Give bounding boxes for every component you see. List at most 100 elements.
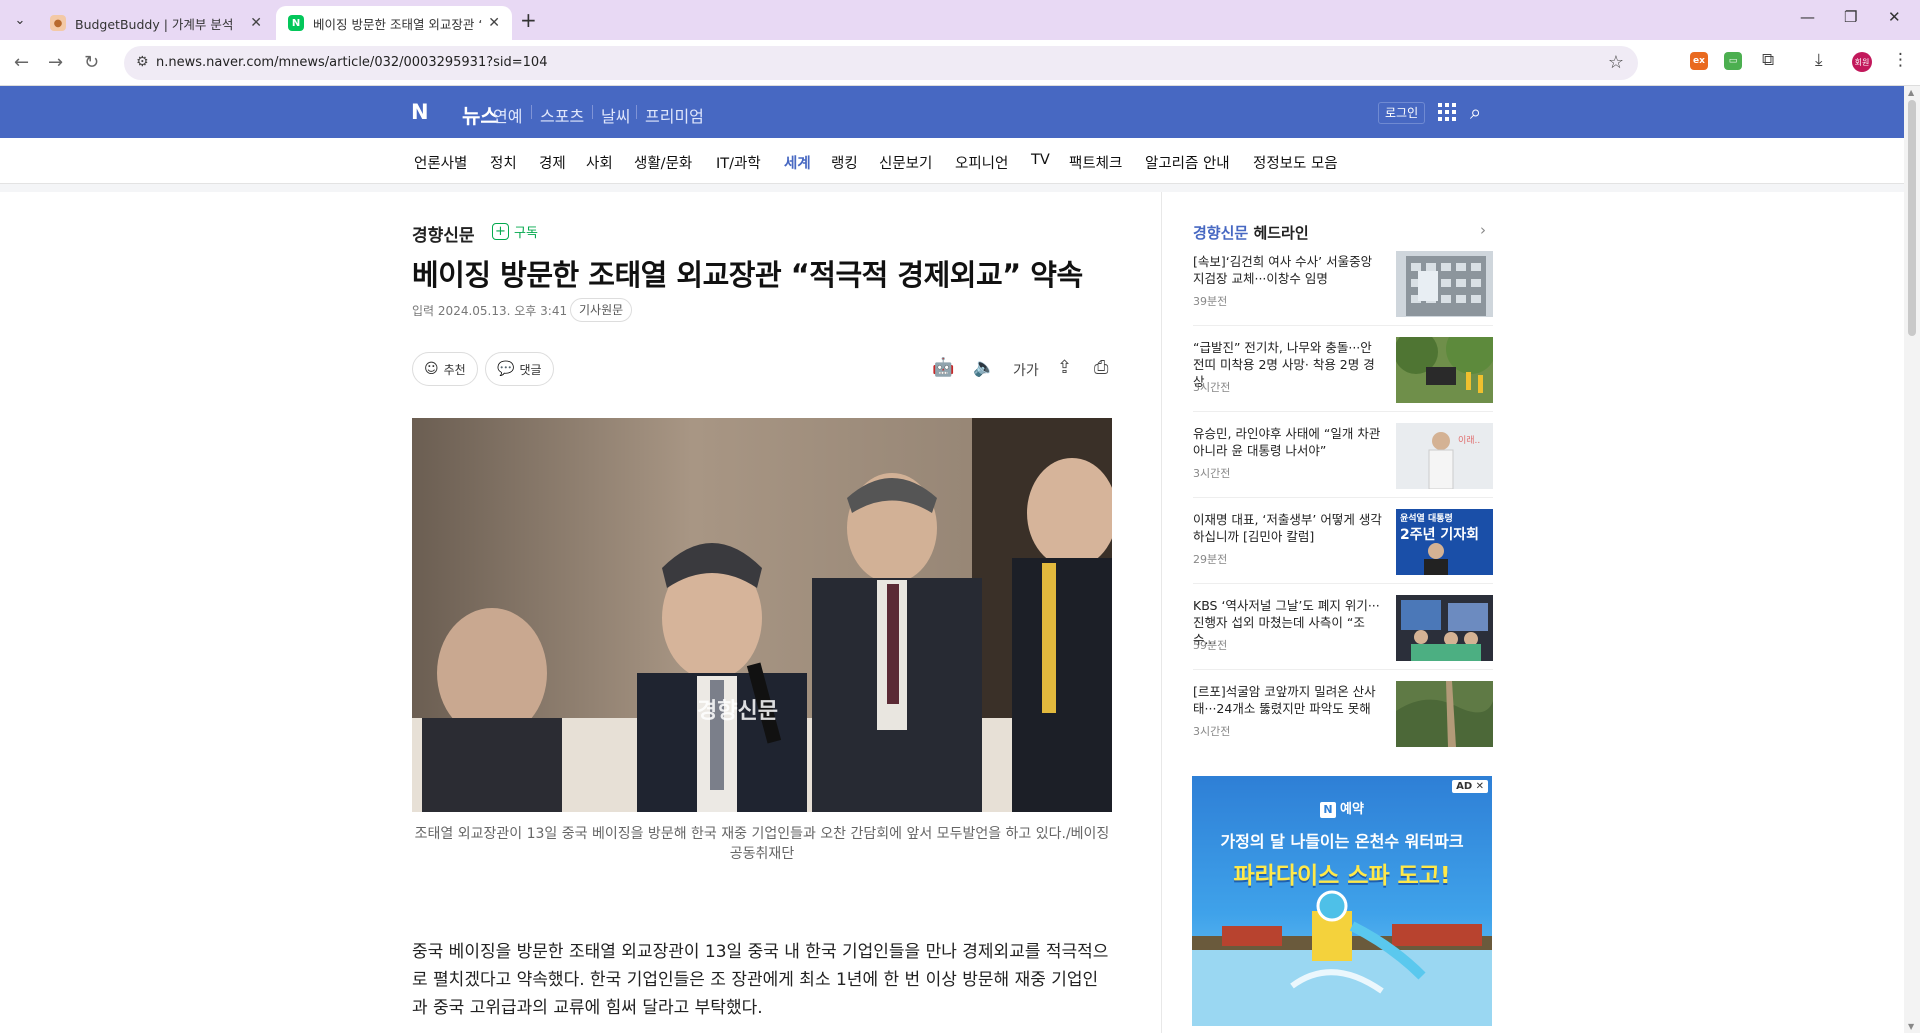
article-photo-illustration: 경향신문 (412, 418, 1112, 812)
category-opinion[interactable]: 오피니언 (955, 152, 1008, 173)
sub-link-sports[interactable]: 스포츠 (540, 103, 584, 127)
browser-tab-bar: ⌄ ● BudgetBuddy | 가계부 분석 ✕ N 베이징 방문한 조태열… (0, 0, 1920, 40)
comment-label: 댓글 (519, 362, 542, 377)
headline-item-title: [속보]‘김건희 여사 수사’ 서울중앙지검장 교체···이창수 임명 (1193, 254, 1373, 286)
divider (636, 105, 637, 119)
category-by-press[interactable]: 언론사별 (414, 152, 467, 173)
search-icon[interactable]: ⌕ (1470, 100, 1481, 124)
naver-favicon-icon: N (288, 15, 304, 31)
article-body: 중국 베이징을 방문한 조태열 외교장관이 13일 중국 내 한국 기업인들을 … (412, 942, 1109, 1018)
svg-text:이래..: 이래.. (1458, 435, 1480, 446)
naver-header: N 뉴스 연예 스포츠 날씨 프리미엄 로그인 ⌕ (0, 86, 1904, 138)
close-tab-icon[interactable]: ✕ (488, 15, 500, 31)
category-nav: 언론사별 정치 경제 사회 생활/문화 IT/과학 세계 랭킹 신문보기 오피니… (0, 138, 1904, 187)
summary-bot-icon[interactable]: 🤖 (932, 357, 954, 378)
smile-icon: ☺ (424, 361, 439, 377)
advertisement-banner[interactable]: AD ✕ N 예약 가정의 달 나들이는 온천수 워터파크 파라다이스 스파 도고… (1192, 776, 1492, 1026)
headline-thumbnail: 윤석열 대통령 2주년 기자회 (1396, 509, 1493, 575)
browser-tab-budgetbuddy[interactable]: ● BudgetBuddy | 가계부 분석 ✕ (38, 6, 274, 40)
sub-link-weather[interactable]: 날씨 (601, 103, 630, 127)
category-ranking[interactable]: 랭킹 (831, 152, 858, 173)
scrollbar-thumb[interactable] (1908, 100, 1916, 336)
date-label: 입력 (412, 304, 435, 318)
headline-item[interactable]: KBS ‘역사저널 그날’도 폐지 위기···진행자 섭외 마쳤는데 사측이 “… (1193, 595, 1493, 661)
headline-item[interactable]: 유승민, 라인야후 사태에 “일개 차관 아니라 윤 대통령 나서야” 3시간전… (1193, 423, 1493, 489)
forward-arrow-icon[interactable]: → (48, 52, 63, 73)
category-factcheck[interactable]: 팩트체크 (1069, 152, 1122, 173)
restore-icon[interactable]: ❐ (1844, 8, 1857, 26)
category-society[interactable]: 사회 (586, 152, 613, 173)
category-corrections[interactable]: 정정보도 모음 (1253, 152, 1338, 173)
extension-icon[interactable]: ex (1690, 52, 1708, 70)
page-scrollbar[interactable]: ▲ ▼ (1904, 86, 1920, 1033)
speaker-icon[interactable]: 🔈 (973, 357, 995, 378)
recommend-button[interactable]: ☺ 추천 (412, 352, 478, 386)
press-name[interactable]: 경향신문 (412, 221, 475, 246)
login-button[interactable]: 로그인 (1378, 102, 1426, 124)
headline-item-title: 이재명 대표, ‘저출생부’ 어떻게 생각하십니까 [김민아 칼럼] (1193, 512, 1382, 544)
original-article-button[interactable]: 기사원문 (570, 298, 633, 322)
article-photo: 경향신문 (412, 418, 1112, 812)
menu-kebab-icon[interactable]: ⋮ (1892, 50, 1909, 70)
address-bar-row: ← → ↻ ⚙ n.news.naver.com/mnews/article/0… (0, 40, 1920, 86)
font-size-icon[interactable]: 가가 (1013, 360, 1039, 380)
svg-text:윤석열 대통령: 윤석열 대통령 (1400, 512, 1453, 524)
extensions-puzzle-icon[interactable]: ⧉ (1762, 50, 1774, 70)
tab-title: 베이징 방문한 조태열 외교장관 “적극적 경제외교” 약속 (313, 16, 482, 32)
back-arrow-icon[interactable]: ← (14, 52, 29, 73)
headline-item[interactable]: 이재명 대표, ‘저출생부’ 어떻게 생각하십니까 [김민아 칼럼] 29분전 … (1193, 509, 1493, 575)
share-icon[interactable]: ⇪ (1057, 357, 1072, 378)
comment-button[interactable]: 💬 댓글 (485, 352, 554, 386)
browser-tab-naver-news[interactable]: N 베이징 방문한 조태열 외교장관 “적극적 경제외교” 약속 ✕ (276, 6, 512, 40)
headline-press-name: 경향신문 (1193, 224, 1249, 242)
headline-item-time: 39분전 (1193, 295, 1228, 308)
apps-grid-icon[interactable] (1438, 103, 1456, 121)
plus-icon: + (492, 223, 509, 240)
download-icon[interactable]: ⤓ (1815, 50, 1823, 70)
headline-section-title[interactable]: 경향신문 헤드라인 (1193, 222, 1309, 243)
headline-item-title: [르포]석굴암 코앞까지 밀려온 산사태···24개소 뚫렸지만 파악도 못해 (1193, 684, 1376, 716)
category-life-culture[interactable]: 생활/문화 (634, 152, 692, 173)
minimize-icon[interactable]: — (1800, 8, 1815, 26)
category-it-science[interactable]: IT/과학 (716, 152, 761, 173)
tab-title: BudgetBuddy | 가계부 분석 (75, 16, 234, 32)
profile-avatar[interactable]: 회원 (1852, 52, 1872, 72)
naver-logo[interactable]: N (411, 100, 429, 124)
headline-thumbnail (1396, 681, 1493, 747)
print-icon[interactable]: ⎙ (1094, 357, 1108, 378)
recommend-label: 추천 (443, 362, 466, 377)
new-tab-plus-icon[interactable]: + (520, 8, 537, 32)
sub-link-premium[interactable]: 프리미엄 (645, 103, 704, 127)
subscribe-button[interactable]: + 구독 (492, 222, 538, 241)
category-politics[interactable]: 정치 (490, 152, 517, 173)
category-newspaper[interactable]: 신문보기 (879, 152, 932, 173)
category-algorithm[interactable]: 알고리즘 안내 (1145, 152, 1230, 173)
site-info-icon[interactable]: ⚙ (136, 54, 149, 70)
url-omnibox[interactable]: ⚙ n.news.naver.com/mnews/article/032/000… (124, 46, 1638, 80)
headline-item[interactable]: “급발진” 전기차, 나무와 충돌···안전띠 미착용 2명 사망· 착용 2명… (1193, 337, 1493, 403)
extension-icon[interactable]: ▭ (1724, 52, 1742, 70)
scroll-up-icon[interactable]: ▲ (1908, 88, 1914, 97)
budgetbuddy-favicon-icon: ● (50, 15, 66, 31)
svg-text:2주년 기자회: 2주년 기자회 (1400, 527, 1479, 543)
sub-link-entertainment[interactable]: 연예 (493, 103, 522, 127)
tab-search-chevron-icon[interactable]: ⌄ (8, 8, 32, 32)
headline-item[interactable]: [르포]석굴암 코앞까지 밀려온 산사태···24개소 뚫렸지만 파악도 못해 … (1193, 681, 1493, 747)
headline-item[interactable]: [속보]‘김건희 여사 수사’ 서울중앙지검장 교체···이창수 임명 39분전 (1193, 251, 1493, 317)
comment-bubble-icon: 💬 (497, 361, 515, 377)
close-tab-icon[interactable]: ✕ (250, 15, 262, 31)
bookmark-star-icon[interactable]: ☆ (1608, 52, 1624, 73)
headline-thumbnail (1396, 337, 1493, 403)
reload-icon[interactable]: ↻ (84, 52, 99, 73)
chevron-right-icon[interactable]: › (1480, 221, 1486, 239)
scroll-down-icon[interactable]: ▼ (1908, 1022, 1914, 1031)
url-text[interactable]: n.news.naver.com/mnews/article/032/00032… (156, 55, 547, 70)
headline-item-time: 29분전 (1193, 553, 1228, 566)
ad-waterpark-illustration (1192, 890, 1492, 1026)
headline-item-time: 59분전 (1193, 639, 1228, 652)
category-economy[interactable]: 경제 (539, 152, 566, 173)
category-tv[interactable]: TV (1031, 152, 1050, 168)
divider (592, 105, 593, 119)
category-world[interactable]: 세계 (784, 152, 811, 187)
close-window-icon[interactable]: ✕ (1888, 8, 1901, 26)
